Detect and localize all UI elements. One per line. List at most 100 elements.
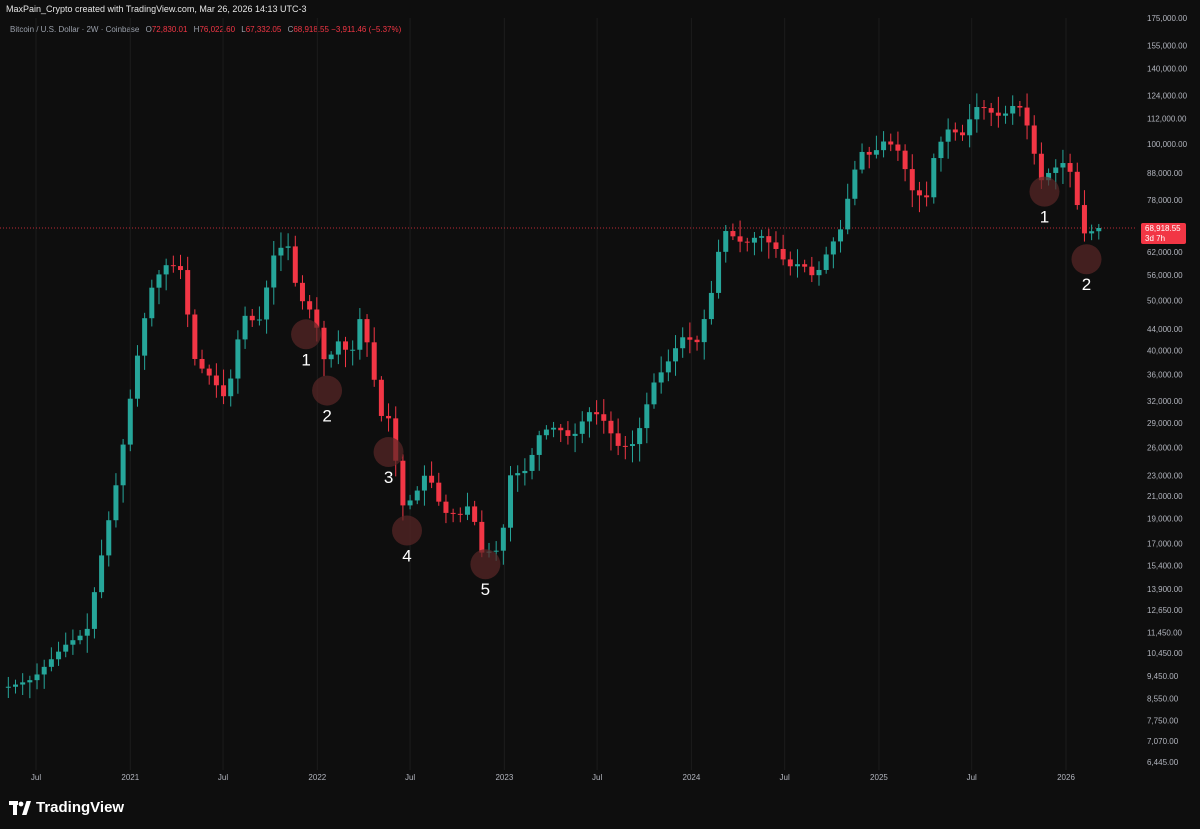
annotation-label: 1 <box>301 350 310 369</box>
candle-body <box>407 500 413 506</box>
candle-body <box>680 337 686 349</box>
y-tick-label: 7,750.00 <box>1147 716 1179 725</box>
candle-body <box>249 315 255 321</box>
candle-body <box>665 361 671 373</box>
candle-body <box>687 337 693 340</box>
candle-body <box>13 684 19 687</box>
candle-body <box>479 521 485 553</box>
tradingview-logo-icon <box>9 800 31 815</box>
x-tick-label: 2026 <box>1057 773 1075 782</box>
candle-body <box>536 435 542 455</box>
candle-body <box>77 635 83 641</box>
candle-body <box>594 412 600 415</box>
tradingview-wordmark: TradingView <box>36 799 125 816</box>
candle-body <box>84 628 90 636</box>
candle-body <box>938 141 944 159</box>
candle-body <box>63 644 69 652</box>
candle-body <box>924 195 930 198</box>
candle-body <box>766 236 772 243</box>
candle-body <box>113 485 119 521</box>
tradingview-logo[interactable]: TradingView <box>9 799 124 816</box>
candle-body <box>694 339 700 343</box>
candle-body <box>515 473 521 476</box>
annotation-marker <box>1029 176 1060 207</box>
y-tick-label: 62,000.00 <box>1147 248 1183 257</box>
candle-body <box>414 490 420 501</box>
x-tick-label: 2024 <box>683 773 701 782</box>
y-tick-label: 175,000.00 <box>1147 14 1188 23</box>
y-tick-label: 155,000.00 <box>1147 41 1188 50</box>
annotation-label: 4 <box>402 547 411 566</box>
candle-body <box>888 141 894 145</box>
candle-body <box>902 150 908 170</box>
candle-body <box>716 251 722 293</box>
candle-body <box>601 414 607 421</box>
x-tick-label: Jul <box>405 773 415 782</box>
candle-body <box>931 158 937 198</box>
candle-body <box>199 358 205 369</box>
footer: TradingView <box>0 790 1200 829</box>
candle-body <box>967 119 973 136</box>
x-tick-label: Jul <box>967 773 977 782</box>
candle-body <box>1067 163 1073 172</box>
candle-body <box>916 190 922 196</box>
last-price-tag: 68,918.55 3d 7h <box>1141 223 1186 244</box>
candle-body <box>830 241 836 255</box>
candle-body <box>730 231 736 237</box>
candle-body <box>895 144 901 151</box>
candle-body <box>436 482 442 502</box>
candle-body <box>120 444 126 486</box>
candle-body <box>959 132 965 136</box>
candle-body <box>1081 205 1087 234</box>
candle-body <box>551 427 557 430</box>
candle-body <box>5 686 11 688</box>
y-tick-label: 78,000.00 <box>1147 196 1183 205</box>
candle-body <box>1053 167 1059 173</box>
candle-body <box>1089 231 1095 234</box>
candle-body <box>1003 113 1009 116</box>
y-tick-label: 88,000.00 <box>1147 169 1183 178</box>
candle-body <box>794 264 800 267</box>
candle-body <box>127 398 133 445</box>
candle-body <box>242 315 248 340</box>
x-tick-label: 2022 <box>308 773 326 782</box>
candle-body <box>1060 163 1066 168</box>
candle-body <box>981 107 987 109</box>
candle-body <box>1096 227 1102 232</box>
candle-body <box>744 241 750 243</box>
candle-body <box>299 282 305 302</box>
y-tick-label: 9,450.00 <box>1147 672 1179 681</box>
candle-body <box>386 415 392 419</box>
candle-body <box>457 513 463 515</box>
candle-body <box>1024 107 1030 126</box>
candle-body <box>48 659 54 667</box>
price-chart[interactable]: 175,000.00155,000.00140,000.00124,000.00… <box>0 0 1200 790</box>
candle-body <box>429 475 435 483</box>
annotation-label: 3 <box>384 468 393 487</box>
candle-body <box>421 475 427 491</box>
annotation-marker <box>312 375 343 406</box>
y-tick-label: 15,400.00 <box>1147 562 1183 571</box>
annotation-marker <box>470 549 501 580</box>
y-tick-label: 8,550.00 <box>1147 694 1179 703</box>
candle-body <box>787 259 793 267</box>
candle-body <box>529 454 535 471</box>
candle-body <box>637 428 643 445</box>
candle-body <box>708 292 714 320</box>
candle-body <box>142 318 148 356</box>
x-tick-label: 2021 <box>121 773 139 782</box>
candle-body <box>565 430 571 436</box>
candle-body <box>70 640 76 645</box>
y-tick-label: 100,000.00 <box>1147 140 1188 149</box>
candle-body <box>56 651 62 660</box>
candle-body <box>378 379 384 416</box>
candle-body <box>99 555 105 593</box>
candle-body <box>278 247 284 256</box>
candle-body <box>673 348 679 362</box>
candle-body <box>608 420 614 434</box>
candle-body <box>221 385 227 397</box>
candle-body <box>873 150 879 155</box>
annotation-label: 2 <box>322 407 331 426</box>
y-tick-label: 44,000.00 <box>1147 325 1183 334</box>
y-tick-label: 29,000.00 <box>1147 419 1183 428</box>
